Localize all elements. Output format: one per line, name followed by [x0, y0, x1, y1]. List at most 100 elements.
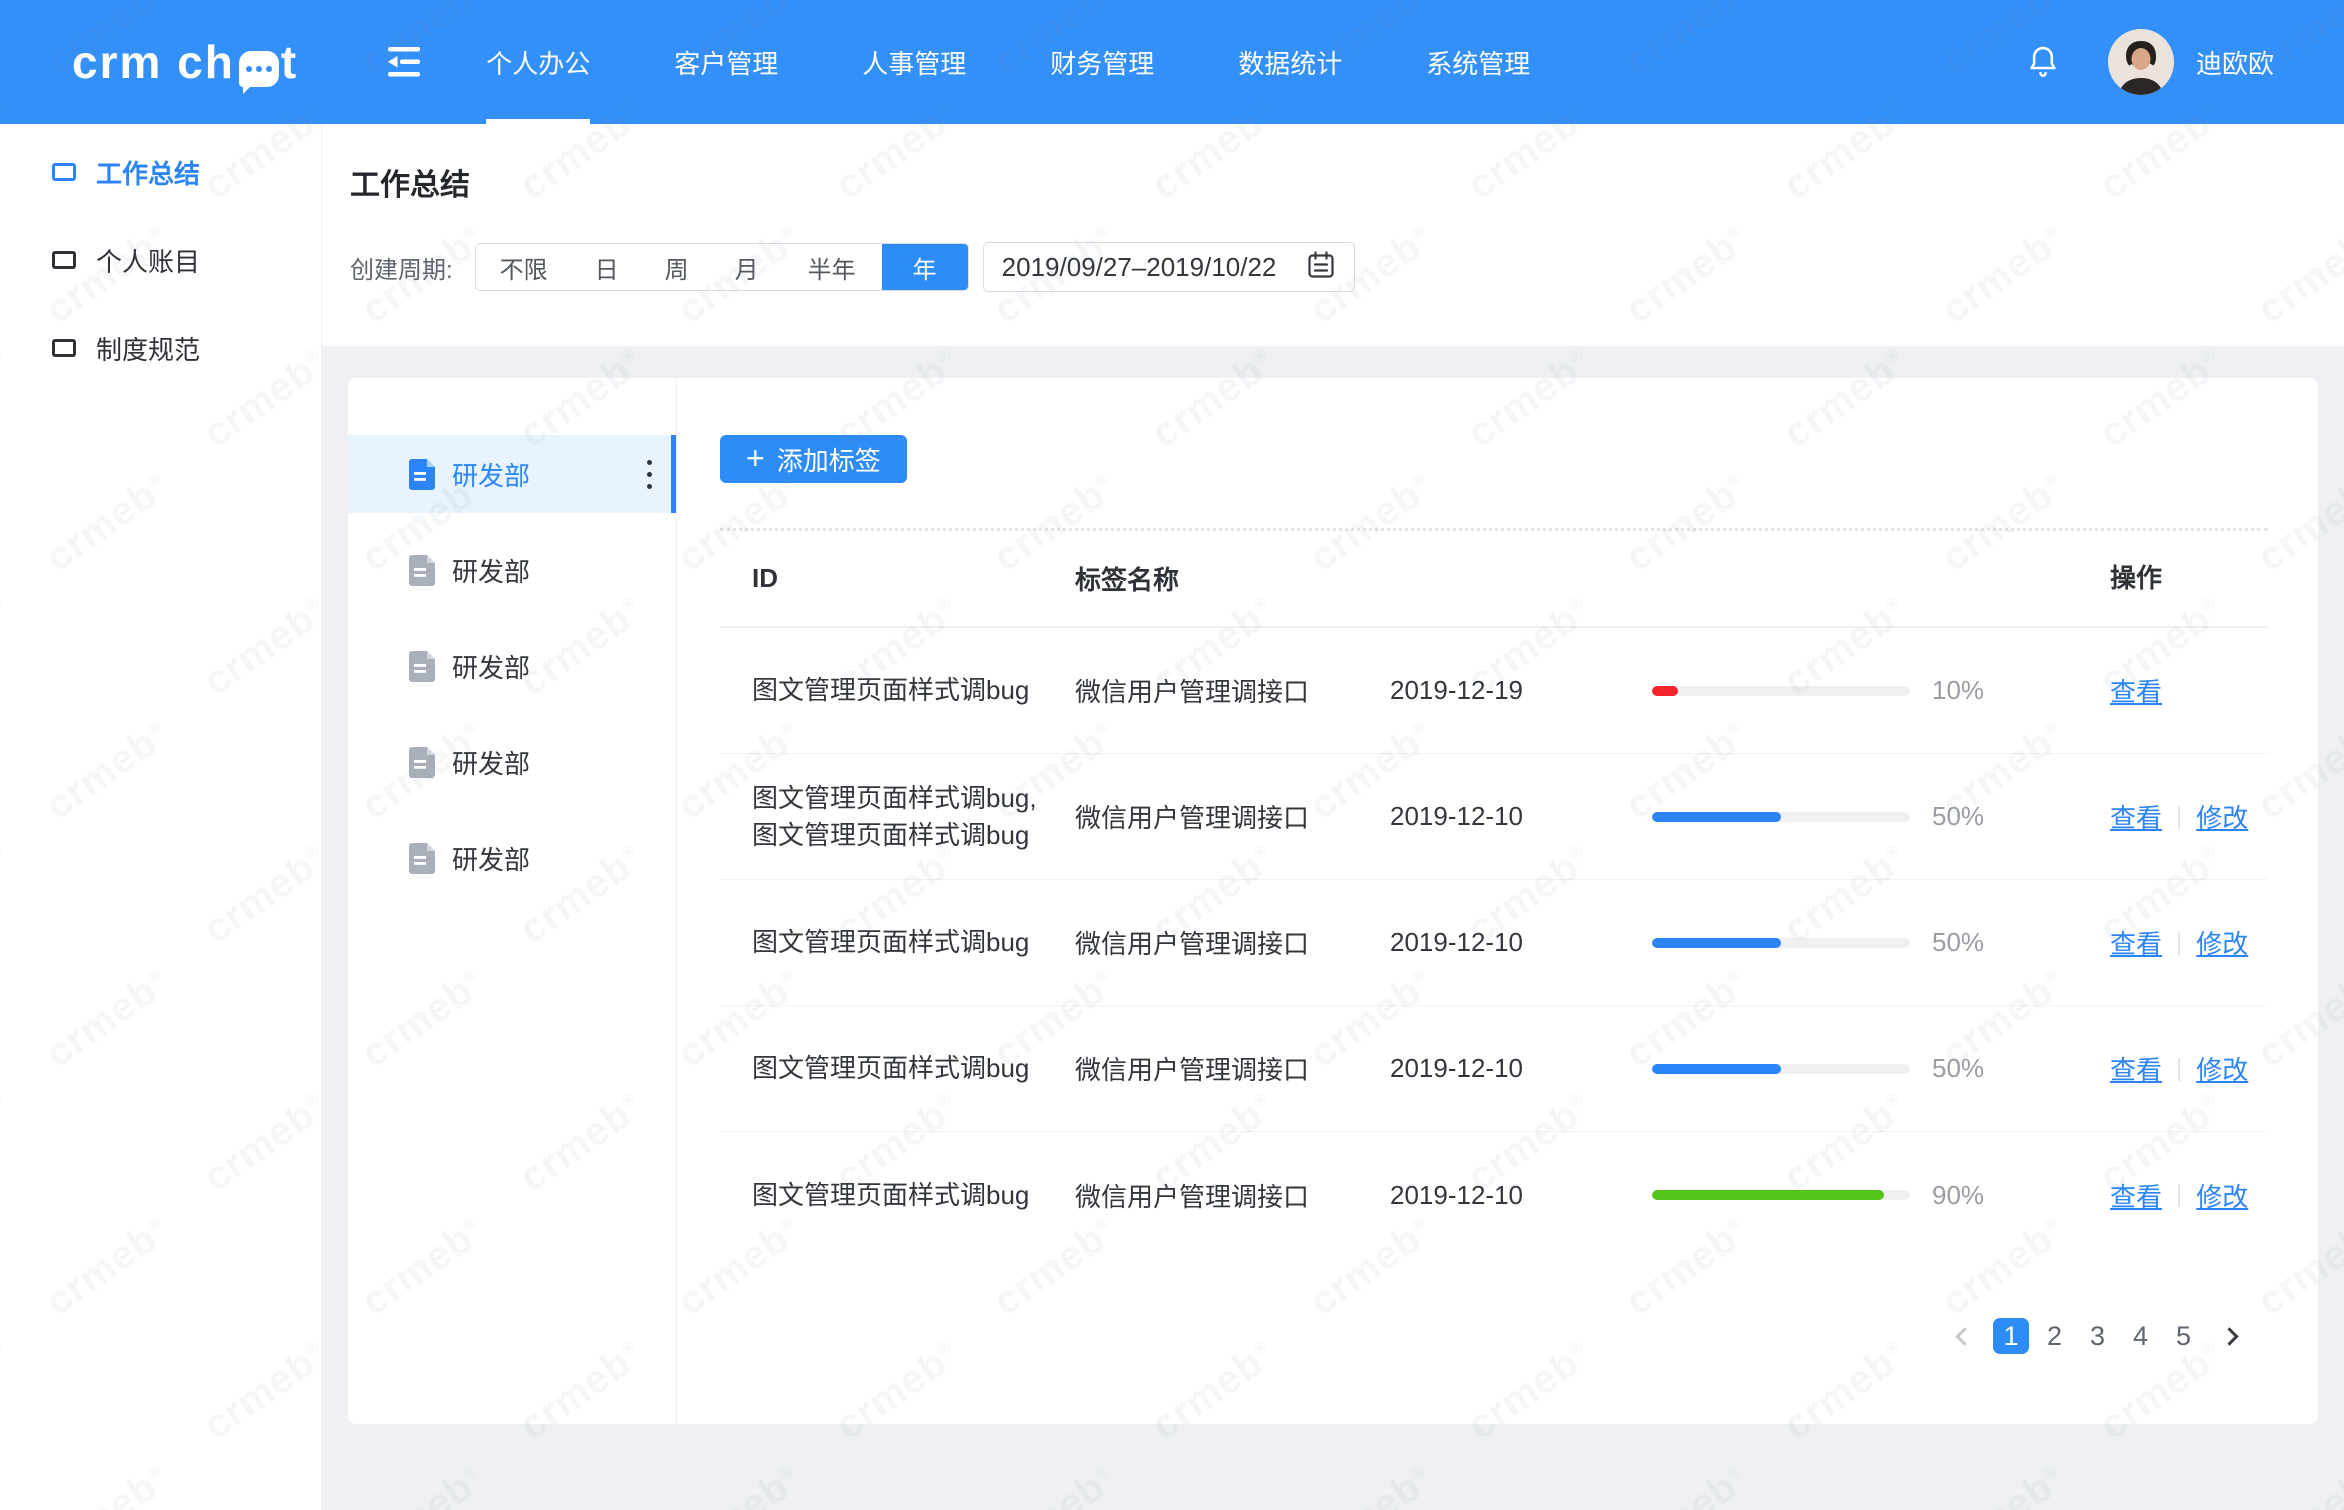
dept-item-label: 研发部 — [452, 552, 530, 589]
cell-progress: 50% — [1652, 927, 2078, 958]
edit-link[interactable]: 修改 — [2196, 924, 2248, 961]
nav-item[interactable]: 人事管理 — [862, 0, 966, 124]
period-option[interactable]: 日 — [572, 244, 642, 290]
period-option[interactable]: 周 — [642, 244, 712, 290]
page-next-icon[interactable] — [2220, 1327, 2238, 1345]
watermark-text: crmeb® — [1302, 1456, 1442, 1510]
nav-item[interactable]: 数据统计 — [1238, 0, 1342, 124]
bubble-dot — [266, 66, 272, 72]
column-header-tag-name: 标签名称 — [1075, 560, 1390, 597]
table-row: 图文管理页面样式调bug微信用户管理调接口2019-12-1050%查看|修改 — [720, 880, 2268, 1006]
sidebar-item[interactable]: 工作总结 — [0, 128, 321, 216]
plus-icon: + — [746, 442, 765, 474]
table-row: 图文管理页面样式调bug微信用户管理调接口2019-12-1050%查看|修改 — [720, 1006, 2268, 1132]
column-header-id: ID — [720, 560, 1075, 597]
app-root: crm cht 个人办公客户管理人事管理财务管理数据统计系统管理 — [0, 0, 2344, 1510]
edit-link[interactable]: 修改 — [2196, 1177, 2248, 1214]
table-body: 图文管理页面样式调bug微信用户管理调接口2019-12-1910%查看图文管理… — [720, 628, 2268, 1258]
filter-row: 创建周期: 不限日周月半年年 2019/09/27–2019/10/22 — [350, 242, 1355, 292]
period-option[interactable]: 年 — [882, 244, 968, 290]
edit-link[interactable]: 修改 — [2196, 1050, 2248, 1087]
dept-list-item[interactable]: 研发部 — [348, 435, 676, 513]
cell-id: 图文管理页面样式调bug — [720, 1177, 1075, 1214]
progress-fill — [1652, 1064, 1781, 1074]
top-nav: 个人办公客户管理人事管理财务管理数据统计系统管理 — [486, 0, 1614, 124]
period-option[interactable]: 不限 — [476, 244, 572, 290]
page-number[interactable]: 5 — [2162, 1321, 2205, 1352]
add-tag-button[interactable]: + 添加标签 — [720, 435, 907, 483]
page-number[interactable]: 1 — [1993, 1318, 2029, 1354]
cell-id: 图文管理页面样式调bug — [720, 672, 1075, 709]
panel-rect-icon — [52, 339, 76, 357]
cell-date: 2019-12-19 — [1390, 675, 1652, 706]
progress-fill — [1652, 686, 1678, 696]
menu-fold-icon[interactable] — [384, 44, 424, 80]
sidebar: 工作总结个人账目制度规范 — [0, 124, 322, 1510]
panel-rect-icon — [52, 251, 76, 269]
cell-actions: 查看|修改 — [2078, 1177, 2268, 1214]
progress-percent: 50% — [1932, 1053, 1984, 1084]
page-number[interactable]: 2 — [2033, 1321, 2076, 1352]
progress-fill — [1652, 1190, 1884, 1200]
registered-mark: ® — [1407, 1460, 1430, 1485]
view-link[interactable]: 查看 — [2110, 924, 2162, 961]
sidebar-item-label: 个人账目 — [96, 242, 200, 279]
dept-item-label: 研发部 — [452, 456, 530, 493]
id-line: 图文管理页面样式调bug — [752, 817, 1075, 854]
more-options-icon[interactable] — [647, 460, 652, 489]
view-link[interactable]: 查看 — [2110, 1177, 2162, 1214]
registered-mark: ® — [459, 1460, 482, 1485]
dept-list-item[interactable]: 研发部 — [348, 723, 676, 801]
view-link[interactable]: 查看 — [2110, 672, 2162, 709]
dept-list-item[interactable]: 研发部 — [348, 819, 676, 897]
progress-track — [1652, 938, 1910, 948]
page-number[interactable]: 4 — [2119, 1321, 2162, 1352]
table-row: 图文管理页面样式调bug,图文管理页面样式调bug微信用户管理调接口2019-1… — [720, 754, 2268, 880]
sidebar-item[interactable]: 个人账目 — [0, 216, 321, 304]
period-option[interactable]: 月 — [712, 244, 782, 290]
view-link[interactable]: 查看 — [2110, 1050, 2162, 1087]
page-prev-icon[interactable] — [1955, 1327, 1973, 1345]
progress-percent: 50% — [1932, 801, 1984, 832]
app-logo: crm cht — [72, 35, 298, 89]
cell-id: 图文管理页面样式调bug,图文管理页面样式调bug — [720, 780, 1075, 854]
nav-item[interactable]: 系统管理 — [1426, 0, 1530, 124]
id-line: 图文管理页面样式调bug — [752, 1177, 1075, 1214]
dept-list-item[interactable]: 研发部 — [348, 627, 676, 705]
page-number[interactable]: 3 — [2076, 1321, 2119, 1352]
pagination: 12345 — [1940, 1318, 2254, 1354]
nav-item[interactable]: 财务管理 — [1050, 0, 1154, 124]
cell-id: 图文管理页面样式调bug — [720, 924, 1075, 961]
watermark-text: crmeb® — [670, 1456, 810, 1510]
user-avatar[interactable] — [2108, 29, 2174, 95]
panel-rect-icon — [52, 163, 76, 181]
nav-item[interactable]: 个人办公 — [486, 0, 590, 124]
notification-bell-icon[interactable] — [2024, 42, 2062, 82]
dept-list-item[interactable]: 研发部 — [348, 531, 676, 609]
column-header-actions: 操作 — [2078, 560, 2268, 597]
cell-tag-name: 微信用户管理调接口 — [1075, 924, 1390, 961]
period-option[interactable]: 半年 — [782, 244, 882, 290]
registered-mark: ® — [2197, 344, 2220, 369]
id-line: 图文管理页面样式调bug — [752, 672, 1075, 709]
kebab-dot — [647, 484, 652, 489]
edit-link[interactable]: 修改 — [2196, 798, 2248, 835]
cell-date: 2019-12-10 — [1390, 801, 1652, 832]
progress-percent: 50% — [1932, 927, 1984, 958]
kebab-dot — [647, 460, 652, 465]
sidebar-item[interactable]: 制度规范 — [0, 304, 321, 392]
cell-tag-name: 微信用户管理调接口 — [1075, 672, 1390, 709]
chat-bubble-icon — [239, 51, 279, 87]
watermark-text: crmeb® — [1618, 1456, 1758, 1510]
user-name[interactable]: 迪欧欧 — [2196, 44, 2274, 81]
cell-actions: 查看|修改 — [2078, 798, 2268, 835]
id-line: 图文管理页面样式调bug, — [752, 780, 1075, 817]
registered-mark: ® — [775, 1460, 798, 1485]
cell-tag-name: 微信用户管理调接口 — [1075, 798, 1390, 835]
nav-item[interactable]: 客户管理 — [674, 0, 778, 124]
date-range-picker[interactable]: 2019/09/27–2019/10/22 — [983, 242, 1355, 292]
department-list-panel: 研发部研发部研发部研发部研发部 — [348, 378, 677, 1424]
kebab-dot — [647, 472, 652, 477]
cell-actions: 查看|修改 — [2078, 1050, 2268, 1087]
view-link[interactable]: 查看 — [2110, 798, 2162, 835]
